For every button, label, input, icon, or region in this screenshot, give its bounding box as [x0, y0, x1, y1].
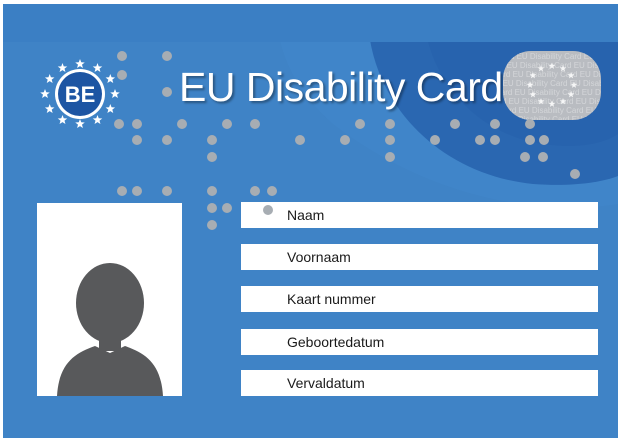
braille-dot	[570, 169, 580, 179]
braille-dot	[207, 203, 217, 213]
braille-dot	[538, 152, 548, 162]
braille-dot	[222, 119, 232, 129]
photo-placeholder	[37, 203, 182, 396]
braille-dot	[177, 119, 187, 129]
person-silhouette-icon	[57, 263, 163, 396]
braille-dot	[132, 186, 142, 196]
braille-dot	[539, 135, 549, 145]
braille-dot	[117, 70, 127, 80]
braille-dot	[385, 152, 395, 162]
braille-dot	[117, 51, 127, 61]
braille-dot	[450, 119, 460, 129]
braille-dot	[490, 135, 500, 145]
field-voornaam: Voornaam	[241, 244, 598, 270]
field-kaart-nummer: Kaart nummer	[241, 286, 598, 312]
braille-dot	[162, 135, 172, 145]
braille-dot	[162, 87, 172, 97]
braille-dot	[162, 51, 172, 61]
braille-dot	[132, 119, 142, 129]
braille-dot	[250, 119, 260, 129]
braille-dot	[207, 135, 217, 145]
braille-dot	[207, 220, 217, 230]
braille-dot	[385, 135, 395, 145]
braille-dot	[250, 186, 260, 196]
braille-dot	[295, 135, 305, 145]
braille-dot	[520, 152, 530, 162]
braille-dot	[490, 119, 500, 129]
braille-dot	[525, 119, 535, 129]
braille-dot	[525, 135, 535, 145]
braille-dot	[475, 135, 485, 145]
braille-dot	[132, 135, 142, 145]
braille-dot	[385, 119, 395, 129]
braille-dot	[207, 152, 217, 162]
braille-dot	[114, 119, 124, 129]
braille-dot	[162, 186, 172, 196]
braille-dot	[117, 186, 127, 196]
braille-dot	[340, 135, 350, 145]
braille-dot	[267, 186, 277, 196]
braille-dot	[207, 186, 217, 196]
field-geboortedatum: Geboortedatum	[241, 329, 598, 355]
field-vervaldatum: Vervaldatum	[241, 370, 598, 396]
disability-card: BE EU Disability Card Card EU Disability…	[3, 4, 618, 438]
field-naam: Naam	[241, 202, 598, 228]
braille-dot	[222, 203, 232, 213]
braille-dot	[355, 119, 365, 129]
braille-dot	[430, 135, 440, 145]
